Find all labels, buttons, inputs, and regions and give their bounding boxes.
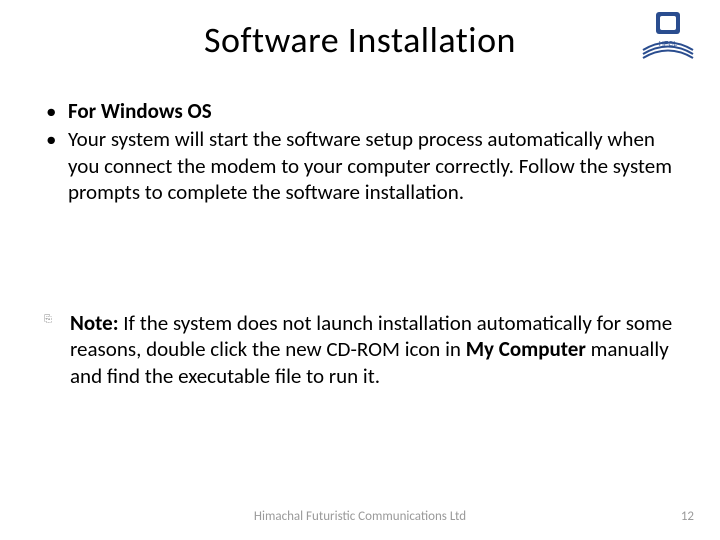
note-block: ⎘ Note: If the system does not launch in… (40, 310, 680, 389)
bullet-item: For Windows OS (40, 98, 680, 124)
bullet-list: For Windows OS Your system will start th… (40, 98, 680, 205)
note-text: Note: If the system does not launch inst… (70, 310, 680, 389)
note-mycomputer: My Computer (466, 336, 586, 362)
note-icon: ⎘ (40, 314, 56, 324)
slide: HFCL Software Installation For Windows O… (0, 0, 720, 540)
page-number: 12 (681, 509, 694, 524)
content-area: For Windows OS Your system will start th… (40, 98, 680, 207)
note-label: Note: (70, 310, 119, 336)
bullet-item: Your system will start the software setu… (40, 126, 680, 205)
footer-text: Himachal Futuristic Communications Ltd (0, 509, 720, 524)
bullet-text: Your system will start the software setu… (68, 126, 672, 205)
bullet-text: For Windows OS (68, 98, 212, 124)
slide-title: Software Installation (0, 18, 720, 62)
